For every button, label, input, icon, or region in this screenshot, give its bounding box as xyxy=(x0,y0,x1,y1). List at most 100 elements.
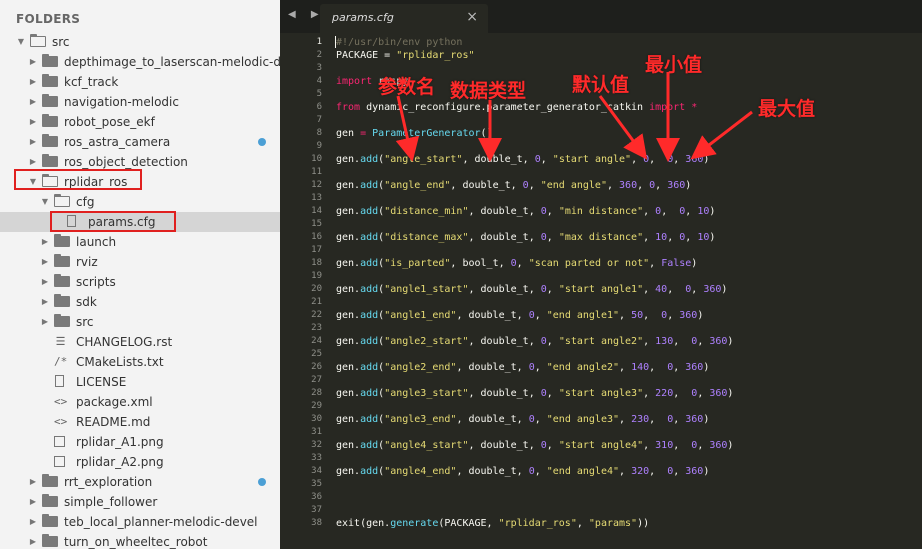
tree-item-label: depthimage_to_laserscan-melodic-devel xyxy=(64,55,280,69)
tree-item-label: navigation-melodic xyxy=(64,95,179,109)
tab-label: params.cfg xyxy=(332,11,394,24)
tree-folder[interactable]: ▶ simple_follower xyxy=(0,492,280,512)
file-comment-icon: /* xyxy=(54,355,68,368)
code-line: gen.add("angle2_end", double_t, 0, "end … xyxy=(336,362,710,373)
tree-folder[interactable]: ▶ rrt_exploration xyxy=(0,472,280,492)
tree-folder[interactable]: ▶ kcf_track xyxy=(0,72,280,92)
tree-item-label: launch xyxy=(76,235,117,249)
disclosure-closed-icon[interactable]: ▶ xyxy=(28,72,38,92)
line-number: 4 xyxy=(316,76,322,86)
file-lines-icon: ☰ xyxy=(55,335,66,348)
tree-file[interactable]: /* CMakeLists.txt xyxy=(0,352,280,372)
tree-item-label: README.md xyxy=(76,415,151,429)
tree-item-label: rviz xyxy=(76,255,98,269)
tree-file[interactable]: LICENSE xyxy=(0,372,280,392)
tab-params-cfg[interactable]: params.cfg × xyxy=(320,4,488,33)
folder-icon xyxy=(42,114,58,127)
tree-folder[interactable]: ▶ turn_on_wheeltec_robot xyxy=(0,532,280,549)
code-area[interactable]: #!/usr/bin/env python PACKAGE = "rplidar_… xyxy=(336,33,922,549)
disclosure-closed-icon[interactable]: ▶ xyxy=(28,112,38,132)
line-number: 24 xyxy=(311,336,322,346)
code-line: gen.add("angle1_start", double_t, 0, "st… xyxy=(336,284,728,295)
folder-icon xyxy=(42,54,58,67)
tree-folder[interactable]: ▶ ros_astra_camera xyxy=(0,132,280,152)
tree-folder[interactable]: ▶ src xyxy=(0,312,280,332)
annotation-data-type: 数据类型 xyxy=(450,80,527,102)
disclosure-closed-icon[interactable]: ▶ xyxy=(28,132,38,152)
folder-icon xyxy=(54,254,70,267)
tree-folder[interactable]: ▶ scripts xyxy=(0,272,280,292)
tree-folder[interactable]: ▼ cfg xyxy=(0,192,280,212)
tree-folder[interactable]: ▶ navigation-melodic xyxy=(0,92,280,112)
folder-icon xyxy=(54,314,70,327)
line-number: 2 xyxy=(316,50,322,60)
tree-item-label: simple_follower xyxy=(64,495,158,509)
disclosure-open-icon[interactable]: ▼ xyxy=(16,32,26,52)
disclosure-closed-icon[interactable]: ▶ xyxy=(40,292,50,312)
disclosure-closed-icon[interactable]: ▶ xyxy=(28,512,38,532)
disclosure-closed-icon[interactable]: ▶ xyxy=(40,252,50,272)
tree-folder[interactable]: ▼ src xyxy=(0,32,280,52)
file-xml-icon: <> xyxy=(54,395,68,408)
tree-item-label: cfg xyxy=(76,195,95,209)
annotation-max-value: 最大值 xyxy=(758,98,816,120)
line-number: 31 xyxy=(311,427,322,437)
tree-file[interactable]: rplidar_A2.png xyxy=(0,452,280,472)
line-number: 15 xyxy=(311,219,322,229)
disclosure-open-icon[interactable]: ▼ xyxy=(40,192,50,212)
tree-file[interactable]: rplidar_A1.png xyxy=(0,432,280,452)
disclosure-closed-icon[interactable]: ▶ xyxy=(40,312,50,332)
tree-item-label: src xyxy=(76,315,94,329)
folder-icon xyxy=(42,94,58,107)
tree-file[interactable]: ☰ CHANGELOG.rst xyxy=(0,332,280,352)
tree-item-label: rplidar_A2.png xyxy=(76,455,164,469)
tree-item-label: scripts xyxy=(76,275,116,289)
disclosure-closed-icon[interactable]: ▶ xyxy=(40,272,50,292)
line-number: 8 xyxy=(316,128,322,138)
annotation-min-value: 最小值 xyxy=(645,54,703,76)
tree-folder[interactable]: ▶ rviz xyxy=(0,252,280,272)
code-line: gen.add("angle2_start", double_t, 0, "st… xyxy=(336,336,734,347)
tree-folder[interactable]: ▶ robot_pose_ekf xyxy=(0,112,280,132)
disclosure-closed-icon[interactable]: ▶ xyxy=(28,492,38,512)
file-tree: ▼ src ▶ depthimage_to_laserscan-melodic-dev… xyxy=(0,32,280,549)
sidebar: FOLDERS ▼ src ▶ depthimage_to_laserscan-mel… xyxy=(0,0,280,549)
code-line: gen.add("angle1_end", double_t, 0, "end … xyxy=(336,310,704,321)
disclosure-closed-icon[interactable]: ▶ xyxy=(40,232,50,252)
line-number: 33 xyxy=(311,453,322,463)
tree-folder[interactable]: ▶ teb_local_planner-melodic-devel xyxy=(0,512,280,532)
tree-folder[interactable]: ▶ depthimage_to_laserscan-melodic-devel xyxy=(0,52,280,72)
tree-item-label: rrt_exploration xyxy=(64,475,153,489)
tree-file[interactable]: <> README.md xyxy=(0,412,280,432)
line-number: 12 xyxy=(311,180,322,190)
line-number: 29 xyxy=(311,401,322,411)
line-number: 13 xyxy=(311,193,322,203)
tab-bar: ◀ ▶ params.cfg × xyxy=(280,0,922,33)
code-line: gen.add("angle_start", double_t, 0, "sta… xyxy=(336,154,710,165)
line-number: 25 xyxy=(311,349,322,359)
close-icon[interactable]: × xyxy=(466,9,478,25)
line-number: 5 xyxy=(316,89,322,99)
file-xml-icon: <> xyxy=(54,415,68,428)
highlight-box-rplidar-ros xyxy=(14,169,142,190)
disclosure-closed-icon[interactable]: ▶ xyxy=(28,92,38,112)
tree-file[interactable]: <> package.xml xyxy=(0,392,280,412)
folder-icon xyxy=(54,294,70,307)
code-line: exit(gen.generate(PACKAGE, "rplidar_ros"… xyxy=(336,518,650,529)
code-line: gen.add("angle4_start", double_t, 0, "st… xyxy=(336,440,734,451)
tree-item-label: turn_on_wheeltec_robot xyxy=(64,535,208,549)
folder-icon xyxy=(42,134,58,147)
code-line: #!/usr/bin/env python xyxy=(336,37,463,48)
disclosure-closed-icon[interactable]: ▶ xyxy=(28,532,38,549)
code-line: gen.add("distance_min", double_t, 0, "mi… xyxy=(336,206,716,217)
tree-folder[interactable]: ▶ launch xyxy=(0,232,280,252)
tree-folder[interactable]: ▶ sdk xyxy=(0,292,280,312)
modified-dot-icon xyxy=(258,478,266,486)
line-number: 34 xyxy=(311,466,322,476)
disclosure-closed-icon[interactable]: ▶ xyxy=(28,52,38,72)
code-line: gen.add("angle_end", double_t, 0, "end a… xyxy=(336,180,692,191)
folder-icon xyxy=(54,274,70,287)
folder-open-icon xyxy=(30,34,46,47)
disclosure-closed-icon[interactable]: ▶ xyxy=(28,472,38,492)
folder-icon xyxy=(42,534,58,547)
